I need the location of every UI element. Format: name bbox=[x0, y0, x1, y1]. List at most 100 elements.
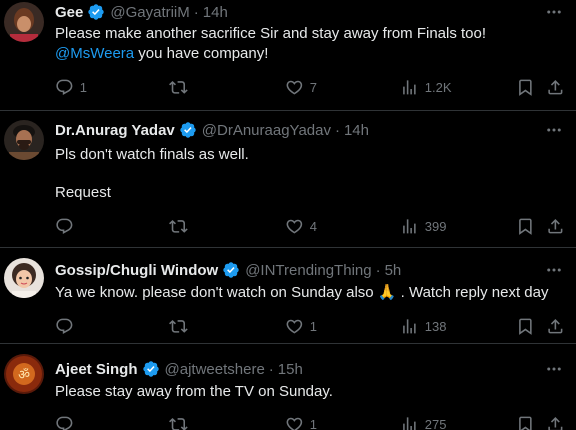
more-icon[interactable] bbox=[544, 359, 564, 379]
user-handle[interactable]: @DrAnuraagYadav bbox=[202, 122, 331, 139]
views-icon bbox=[400, 415, 419, 430]
retweet-icon bbox=[169, 415, 188, 430]
separator-dot: · bbox=[268, 360, 274, 378]
user-handle[interactable]: @GayatriiM bbox=[110, 4, 189, 21]
tweet-reply[interactable]: Dr.Anurag Yadav @DrAnuraagYadav · 14h Pl… bbox=[0, 111, 576, 248]
more-icon[interactable] bbox=[544, 260, 564, 280]
action-bar: 1 138 bbox=[55, 316, 555, 336]
retweet-button[interactable] bbox=[169, 77, 188, 97]
action-bar: 1 275 bbox=[55, 414, 555, 430]
bookmark-icon bbox=[516, 317, 535, 336]
views-icon bbox=[400, 317, 419, 336]
display-name[interactable]: Dr.Anurag Yadav bbox=[55, 122, 175, 139]
user-handle[interactable]: @INTrendingThing bbox=[245, 262, 371, 279]
like-count: 7 bbox=[309, 79, 317, 95]
retweet-button[interactable] bbox=[169, 316, 188, 336]
tweet-text-part: Ya we know. please don't watch on Sunday… bbox=[55, 284, 378, 301]
more-icon[interactable] bbox=[544, 2, 564, 22]
views-count: 399 bbox=[424, 218, 447, 234]
reply-button[interactable] bbox=[55, 216, 74, 236]
mention-link[interactable]: @MsWeera bbox=[55, 45, 134, 62]
reply-button[interactable]: 1 bbox=[55, 77, 87, 97]
tweet-reply[interactable]: Gossip/Chugli Window @INTrendingThing · … bbox=[0, 248, 576, 344]
like-count: 4 bbox=[309, 218, 317, 234]
tweet-text-line: Please make another sacrifice Sir and st… bbox=[55, 25, 487, 42]
views-count: 1.2K bbox=[424, 79, 452, 95]
bookmark-button[interactable] bbox=[516, 414, 535, 430]
reply-icon bbox=[55, 317, 74, 336]
action-bar: 1 7 1.2K bbox=[55, 77, 555, 97]
retweet-button[interactable] bbox=[169, 414, 188, 430]
like-button[interactable]: 1 bbox=[285, 414, 317, 430]
retweet-icon bbox=[169, 78, 188, 97]
like-button[interactable]: 1 bbox=[285, 316, 317, 336]
views-count: 138 bbox=[424, 318, 447, 334]
avatar[interactable] bbox=[4, 2, 44, 42]
retweet-icon bbox=[169, 317, 188, 336]
verified-badge-icon bbox=[179, 121, 197, 139]
like-count: 1 bbox=[309, 318, 317, 334]
like-count: 1 bbox=[309, 416, 317, 430]
views-icon bbox=[400, 217, 419, 236]
tweet-text: Ya we know. please don't watch on Sunday… bbox=[55, 283, 549, 303]
tweet-text: Please make another sacrifice Sir and st… bbox=[55, 24, 486, 64]
bookmark-button[interactable] bbox=[516, 216, 535, 236]
avatar[interactable] bbox=[4, 120, 44, 160]
tweet-text-line: Pls don't watch finals as well. bbox=[55, 146, 249, 163]
share-icon bbox=[546, 217, 565, 236]
display-name[interactable]: Gee bbox=[55, 4, 83, 21]
reply-count: 1 bbox=[79, 79, 87, 95]
bookmark-icon bbox=[516, 78, 535, 97]
verified-badge-icon bbox=[87, 3, 105, 21]
reply-button[interactable] bbox=[55, 414, 74, 430]
share-button[interactable] bbox=[546, 77, 565, 97]
views-button[interactable]: 399 bbox=[400, 216, 446, 236]
bookmark-button[interactable] bbox=[516, 316, 535, 336]
share-button[interactable] bbox=[546, 316, 565, 336]
bookmark-icon bbox=[516, 415, 535, 430]
tweet-text-rest: you have company! bbox=[134, 45, 269, 62]
display-name[interactable]: Ajeet Singh bbox=[55, 361, 138, 378]
views-button[interactable]: 138 bbox=[400, 316, 446, 336]
timestamp[interactable]: 5h bbox=[385, 262, 402, 279]
tweet-text: Please stay away from the TV on Sunday. bbox=[55, 382, 333, 402]
tweet-text-part: . Watch reply next day bbox=[396, 284, 549, 301]
views-button[interactable]: 275 bbox=[400, 414, 446, 430]
like-button[interactable]: 4 bbox=[285, 216, 317, 236]
separator-dot: · bbox=[375, 261, 381, 279]
retweet-button[interactable] bbox=[169, 216, 188, 236]
svg-text:ॐ: ॐ bbox=[18, 368, 30, 383]
tweet-text-line: Please stay away from the TV on Sunday. bbox=[55, 383, 333, 400]
like-icon bbox=[285, 415, 304, 430]
bookmark-button[interactable] bbox=[516, 77, 535, 97]
action-bar: 4 399 bbox=[55, 216, 555, 236]
tweet-text-line: Request bbox=[55, 184, 111, 201]
display-name[interactable]: Gossip/Chugli Window bbox=[55, 262, 218, 279]
like-icon bbox=[285, 317, 304, 336]
share-button[interactable] bbox=[546, 216, 565, 236]
folded-hands-emoji: 🙏 bbox=[377, 284, 397, 301]
like-icon bbox=[285, 217, 304, 236]
reply-icon bbox=[55, 415, 74, 430]
tweet-reply[interactable]: Gee @GayatriiM · 14h Please make another… bbox=[0, 0, 576, 111]
retweet-icon bbox=[169, 217, 188, 236]
share-button[interactable] bbox=[546, 414, 565, 430]
reply-button[interactable] bbox=[55, 316, 74, 336]
share-icon bbox=[546, 415, 565, 430]
like-icon bbox=[285, 78, 304, 97]
bookmark-icon bbox=[516, 217, 535, 236]
timestamp[interactable]: 14h bbox=[203, 4, 228, 21]
like-button[interactable]: 7 bbox=[285, 77, 317, 97]
reply-icon bbox=[55, 217, 74, 236]
user-handle[interactable]: @ajtweetshere bbox=[165, 361, 265, 378]
timestamp[interactable]: 15h bbox=[278, 361, 303, 378]
verified-badge-icon bbox=[222, 261, 240, 279]
timestamp[interactable]: 14h bbox=[344, 122, 369, 139]
views-count: 275 bbox=[424, 416, 447, 430]
more-icon[interactable] bbox=[544, 120, 564, 140]
avatar[interactable] bbox=[4, 258, 44, 298]
tweet-reply[interactable]: ॐ Ajeet Singh @ajtweetshere · 15h Please… bbox=[0, 344, 576, 430]
views-button[interactable]: 1.2K bbox=[400, 77, 452, 97]
verified-badge-icon bbox=[142, 360, 160, 378]
avatar[interactable]: ॐ bbox=[4, 354, 44, 394]
